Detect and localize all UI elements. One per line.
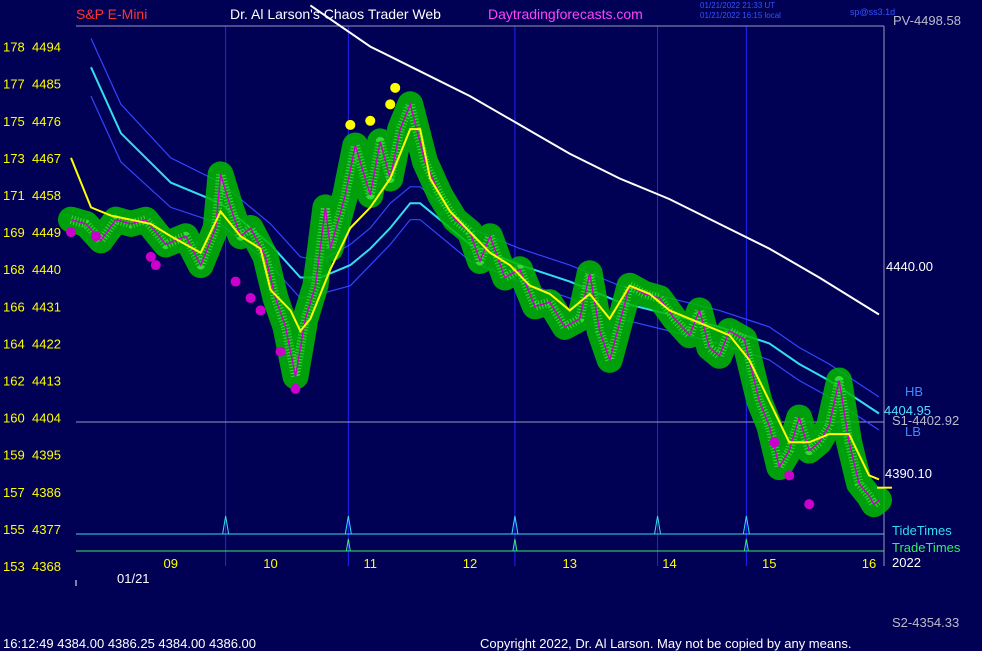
x-tick-label: 13 (563, 556, 577, 571)
magenta-dot (769, 437, 780, 448)
y-tick-right: 4485 (32, 77, 61, 92)
date-label: 01/21 (117, 571, 150, 586)
timestamp-local: 01/21/2022 16:15 local (700, 11, 781, 20)
y-tick-left: 153 (3, 559, 25, 574)
price-chart: 178 4494 177 4485 175 4476 173 4467 171 4458 169 44… (3, 4, 892, 586)
y-tick-left: 166 (3, 299, 25, 314)
ohlc-readout: 16:12:49 4384.00 4386.25 4384.00 4386.00 (3, 636, 257, 651)
chart-code: sp@ss3.1d (850, 7, 896, 17)
x-tick-label: 16 (862, 556, 876, 571)
year-label: 2022 (892, 555, 921, 570)
y-tick-right: 4422 (32, 336, 61, 351)
y-tick-left: 157 (3, 485, 25, 500)
y-tick-right: 4386 (32, 485, 61, 500)
magenta-dot (804, 499, 815, 510)
y-tick-left: 168 (3, 262, 25, 277)
symbol-title: S&P E-Mini (76, 6, 148, 22)
copyright: Copyright 2022, Dr. Al Larson. May not b… (480, 636, 852, 651)
tide-times-label: TideTimes (892, 523, 952, 538)
price-end-label: 4390.10 (885, 466, 932, 481)
y-tick-left: 155 (3, 522, 25, 537)
magenta-dot (255, 305, 266, 316)
yellow-dot (345, 119, 356, 130)
timestamp-ut: 01/21/2022 21:33 UT (700, 1, 776, 10)
x-tick-label: 11 (364, 556, 378, 571)
price-close-line (70, 101, 880, 506)
x-tick-label: 12 (463, 556, 477, 571)
y-tick-left: 177 (3, 77, 25, 92)
magenta-dot (784, 470, 795, 481)
y-tick-right: 4458 (32, 188, 61, 203)
y-tick-right: 4476 (32, 114, 61, 129)
magenta-dot (275, 346, 286, 357)
y-tick-right: 4413 (32, 374, 61, 389)
y-tick-right: 4440 (32, 262, 61, 277)
yellow-dot (365, 115, 376, 126)
x-tick-label: 14 (662, 556, 676, 571)
y-tick-left: 171 (3, 188, 25, 203)
y-tick-right: 4467 (32, 151, 61, 166)
price-bars (69, 99, 882, 509)
magenta-dot (245, 293, 256, 304)
y-tick-left: 162 (3, 374, 25, 389)
y-tick-right: 4368 (32, 559, 61, 574)
y-tick-left: 178 (3, 40, 25, 55)
yellow-dot (385, 99, 396, 110)
lb-label: LB (905, 424, 921, 439)
y-tick-right: 4431 (32, 299, 61, 314)
y-tick-left: 173 (3, 151, 25, 166)
y-tick-right: 4494 (32, 40, 61, 55)
yellow-dot (390, 82, 401, 93)
site-url[interactable]: Daytradingforecasts.com (488, 6, 643, 22)
y-tick-left: 175 (3, 114, 25, 129)
s1-level-label: S1-4402.92 (892, 413, 960, 428)
y-tick-left: 160 (3, 411, 25, 426)
y-tick-left: 159 (3, 448, 25, 463)
x-tick-label: 10 (263, 556, 277, 571)
y-tick-right: 4449 (32, 225, 61, 240)
magenta-dot (66, 227, 77, 238)
s2-level-label: S2-4354.33 (892, 615, 960, 630)
pv-level-label: PV-4498.58 (893, 13, 961, 28)
x-tick-label: 15 (762, 556, 776, 571)
magenta-dot (90, 231, 101, 242)
y-tick-right: 4404 (32, 411, 61, 426)
white-line-end-label: 4440.00 (886, 259, 933, 274)
magenta-dot (150, 260, 161, 271)
x-tick-label: 09 (164, 556, 178, 571)
y-tick-right: 4395 (32, 448, 61, 463)
y-tick-left: 169 (3, 225, 25, 240)
site-title: Dr. Al Larson's Chaos Trader Web (230, 6, 441, 22)
price-glow-band (58, 91, 892, 518)
y-tick-right: 4377 (32, 522, 61, 537)
hb-label: HB (905, 384, 924, 399)
trade-times-label: TradeTimes (892, 540, 961, 555)
y-tick-left: 164 (3, 336, 25, 351)
magenta-dot (290, 383, 301, 394)
magenta-dot (230, 276, 241, 287)
